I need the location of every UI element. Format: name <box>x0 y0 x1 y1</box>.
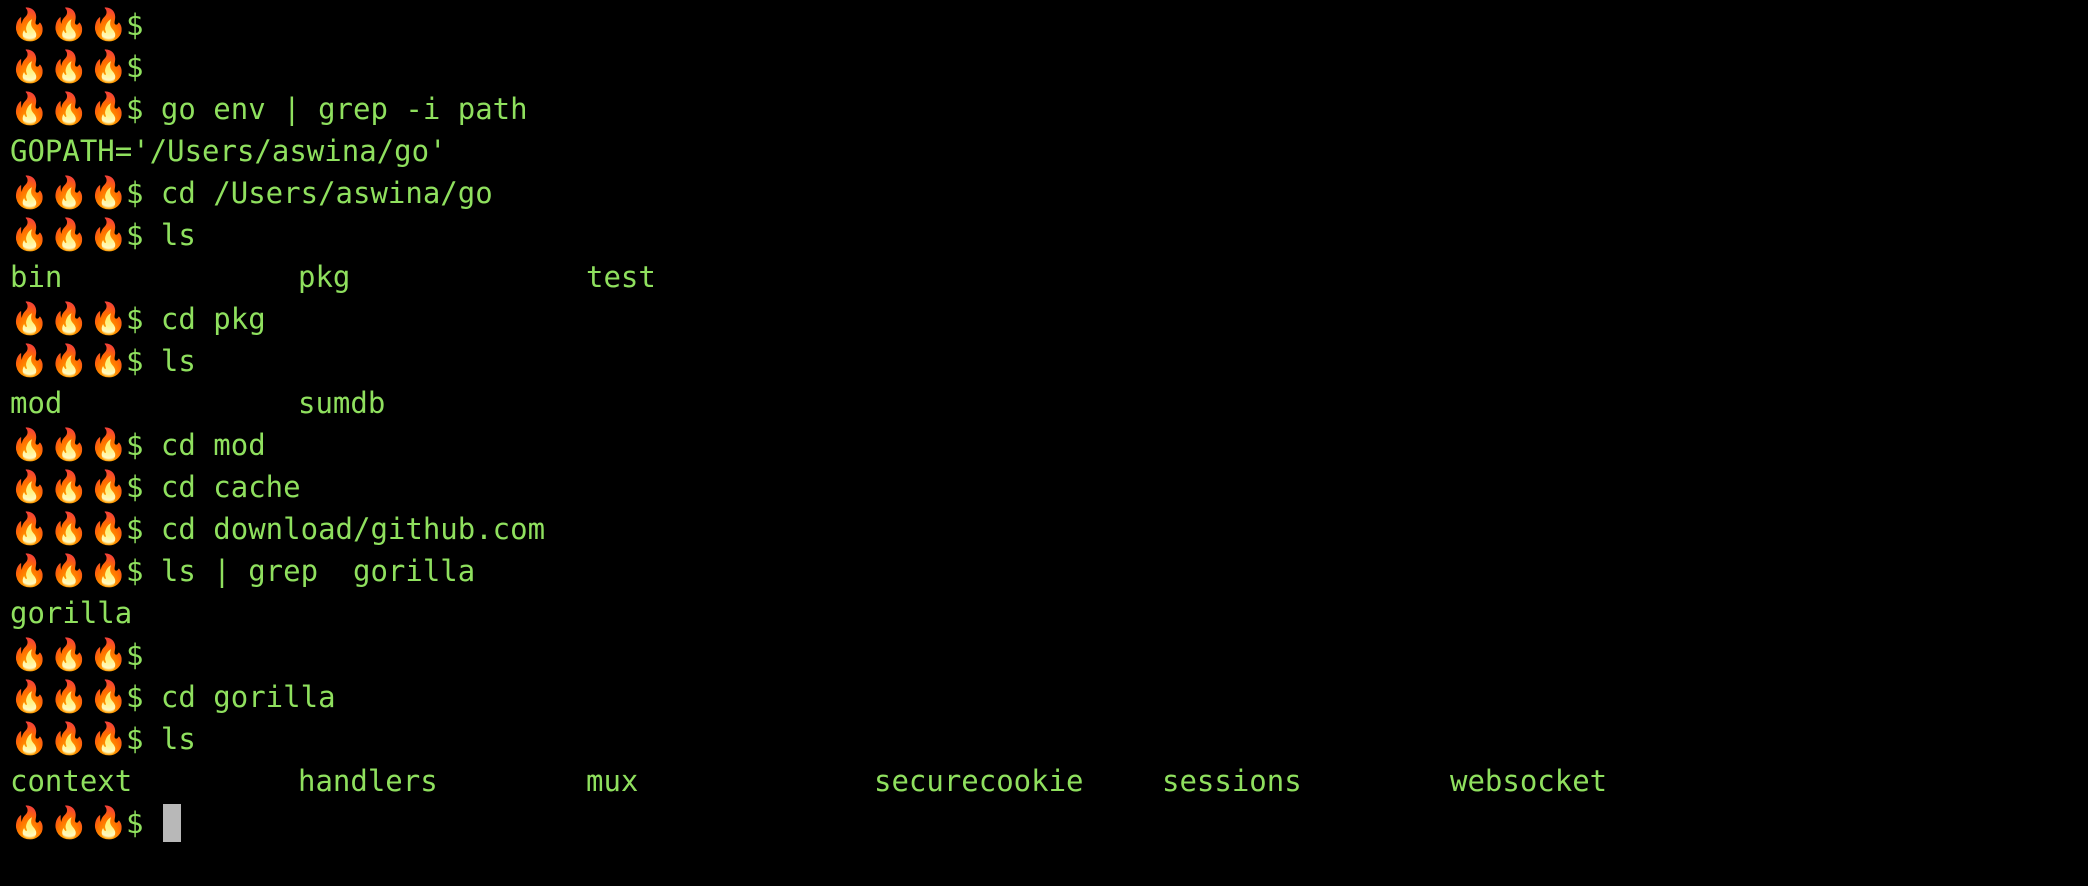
prompt-sign: $ <box>126 176 144 210</box>
fire-icon: 🔥🔥🔥 <box>10 343 129 379</box>
output-line: gorilla <box>10 592 132 634</box>
prompt-line: 🔥🔥🔥$ <box>10 634 161 676</box>
prompt-sign: $ <box>126 554 144 588</box>
prompt-sign: $ <box>126 8 144 42</box>
ls-entry: handlers <box>298 764 438 798</box>
prompt-line: 🔥🔥🔥$ ls <box>10 340 196 382</box>
ls-output-line: mod sumdb <box>10 382 2070 424</box>
ls-entry: mux <box>586 764 639 798</box>
ls-entry: test <box>586 260 656 294</box>
output-text: GOPATH='/Users/aswina/go' <box>10 134 447 168</box>
prompt-sign: $ <box>126 428 144 462</box>
prompt-line: 🔥🔥🔥$ <box>10 802 181 844</box>
prompt-line: 🔥🔥🔥$ ls <box>10 214 196 256</box>
terminal-cursor[interactable] <box>162 804 181 842</box>
ls-entry: pkg <box>298 260 351 294</box>
command-text: cd cache <box>143 470 301 504</box>
fire-icon: 🔥🔥🔥 <box>10 301 129 337</box>
command-text: cd download/github.com <box>143 512 546 546</box>
fire-icon: 🔥🔥🔥 <box>10 721 129 757</box>
fire-icon: 🔥🔥🔥 <box>10 91 129 127</box>
command-text: cd /Users/aswina/go <box>143 176 493 210</box>
ls-entry: websocket <box>1450 764 1608 798</box>
prompt-line: 🔥🔥🔥$ ls | grep gorilla <box>10 550 475 592</box>
prompt-sign: $ <box>126 470 144 504</box>
command-text: ls | grep gorilla <box>143 554 476 588</box>
prompt-sign: $ <box>126 638 144 672</box>
command-text: go env | grep -i path <box>143 92 528 126</box>
fire-icon: 🔥🔥🔥 <box>10 469 129 505</box>
command-text: ls <box>143 344 196 378</box>
command-text: cd gorilla <box>143 680 336 714</box>
prompt-sign: $ <box>126 722 144 756</box>
command-text: ls <box>143 722 196 756</box>
fire-icon: 🔥🔥🔥 <box>10 49 129 85</box>
ls-entry: mod <box>10 386 63 420</box>
ls-entry: sumdb <box>298 386 386 420</box>
command-text: cd pkg <box>143 302 266 336</box>
prompt-line: 🔥🔥🔥$ ls <box>10 718 196 760</box>
prompt-line: 🔥🔥🔥$ cd pkg <box>10 298 266 340</box>
prompt-line: 🔥🔥🔥$ cd mod <box>10 424 266 466</box>
prompt-line: 🔥🔥🔥$ cd cache <box>10 466 301 508</box>
fire-icon: 🔥🔥🔥 <box>10 7 129 43</box>
terminal-window[interactable]: 🔥🔥🔥$ 🔥🔥🔥$ 🔥🔥🔥$ go env | grep -i path GOPA… <box>0 0 2088 886</box>
prompt-line: 🔥🔥🔥$ cd gorilla <box>10 676 336 718</box>
prompt-line: 🔥🔥🔥$ <box>10 46 161 88</box>
ls-entry: securecookie <box>874 764 1084 798</box>
ls-entry: sessions <box>1162 764 1302 798</box>
prompt-line: 🔥🔥🔥$ cd /Users/aswina/go <box>10 172 493 214</box>
ls-output-line: bin pkg test <box>10 256 2070 298</box>
prompt-sign: $ <box>126 512 144 546</box>
ls-entry: context <box>10 764 133 798</box>
command-text: ls <box>143 218 196 252</box>
prompt-line: 🔥🔥🔥$ <box>10 4 161 46</box>
fire-icon: 🔥🔥🔥 <box>10 805 129 841</box>
prompt-sign: $ <box>126 806 144 840</box>
fire-icon: 🔥🔥🔥 <box>10 553 129 589</box>
prompt-line: 🔥🔥🔥$ go env | grep -i path <box>10 88 528 130</box>
prompt-sign: $ <box>126 344 144 378</box>
prompt-line: 🔥🔥🔥$ cd download/github.com <box>10 508 545 550</box>
ls-entry: bin <box>10 260 63 294</box>
fire-icon: 🔥🔥🔥 <box>10 217 129 253</box>
prompt-sign: $ <box>126 92 144 126</box>
prompt-sign: $ <box>126 302 144 336</box>
output-text: gorilla <box>10 596 133 630</box>
fire-icon: 🔥🔥🔥 <box>10 175 129 211</box>
fire-icon: 🔥🔥🔥 <box>10 679 129 715</box>
command-text: cd mod <box>143 428 266 462</box>
prompt-sign: $ <box>126 218 144 252</box>
prompt-sign: $ <box>126 50 144 84</box>
ls-output-line: context handlers mux securecookie sessions we… <box>10 760 2070 802</box>
fire-icon: 🔥🔥🔥 <box>10 427 129 463</box>
prompt-sign: $ <box>126 680 144 714</box>
output-line: GOPATH='/Users/aswina/go' <box>10 130 447 172</box>
fire-icon: 🔥🔥🔥 <box>10 511 129 547</box>
fire-icon: 🔥🔥🔥 <box>10 637 129 673</box>
